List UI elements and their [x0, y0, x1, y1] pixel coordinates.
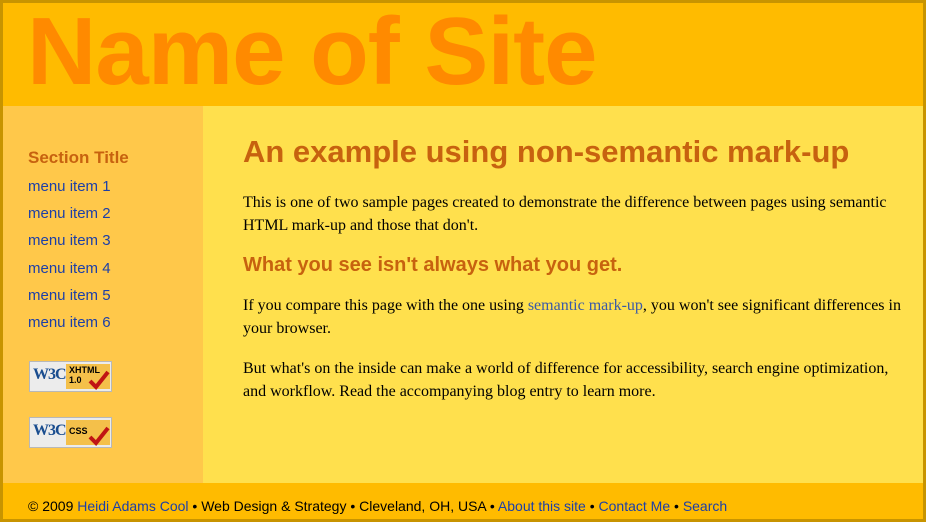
page-title: An example using non-semantic mark-up [243, 134, 850, 169]
inside-paragraph: But what's on the inside can make a worl… [243, 360, 889, 400]
w3c-logo: W3C [33, 366, 67, 383]
menu-item-1[interactable]: menu item 1 [28, 178, 111, 205]
sidebar: Section Title menu item 1 menu item 2 me… [3, 106, 203, 483]
site-header: Name of Site [3, 3, 923, 106]
author-link[interactable]: Heidi Adams Cool [77, 498, 188, 514]
w3c-logo: W3C [33, 422, 67, 439]
main-content: An example using non-semantic mark-up Th… [203, 106, 923, 483]
compare-paragraph: If you compare this page with the one us… [243, 297, 901, 337]
menu-item-5[interactable]: menu item 5 [28, 287, 111, 314]
checkmark-icon [88, 426, 110, 446]
menu-item-4[interactable]: menu item 4 [28, 260, 111, 287]
site-footer: © 2009 Heidi Adams Cool • Web Design & S… [3, 483, 923, 519]
intro-paragraph: This is one of two sample pages created … [243, 194, 887, 234]
footer-line: © 2009 Heidi Adams Cool • Web Design & S… [28, 498, 728, 514]
w3c-css-badge[interactable]: W3C CSS [29, 417, 112, 448]
menu-item-3[interactable]: menu item 3 [28, 232, 111, 259]
site-name[interactable]: Name of Site [27, 3, 597, 106]
section-title: Section Title [28, 148, 129, 167]
w3c-xhtml-badge[interactable]: W3C XHTML 1.0 [29, 361, 112, 392]
sidebar-menu: menu item 1 menu item 2 menu item 3 menu… [28, 178, 111, 341]
menu-item-2[interactable]: menu item 2 [28, 205, 111, 232]
contact-link[interactable]: Contact Me [599, 498, 671, 514]
semantic-markup-link[interactable]: semantic mark-up [528, 297, 643, 314]
checkmark-icon [88, 370, 110, 390]
search-link[interactable]: Search [683, 498, 727, 514]
about-link[interactable]: About this site [498, 498, 586, 514]
badge-label: CSS [69, 426, 88, 436]
subheading: What you see isn't always what you get. [243, 254, 623, 276]
menu-item-6[interactable]: menu item 6 [28, 314, 111, 341]
